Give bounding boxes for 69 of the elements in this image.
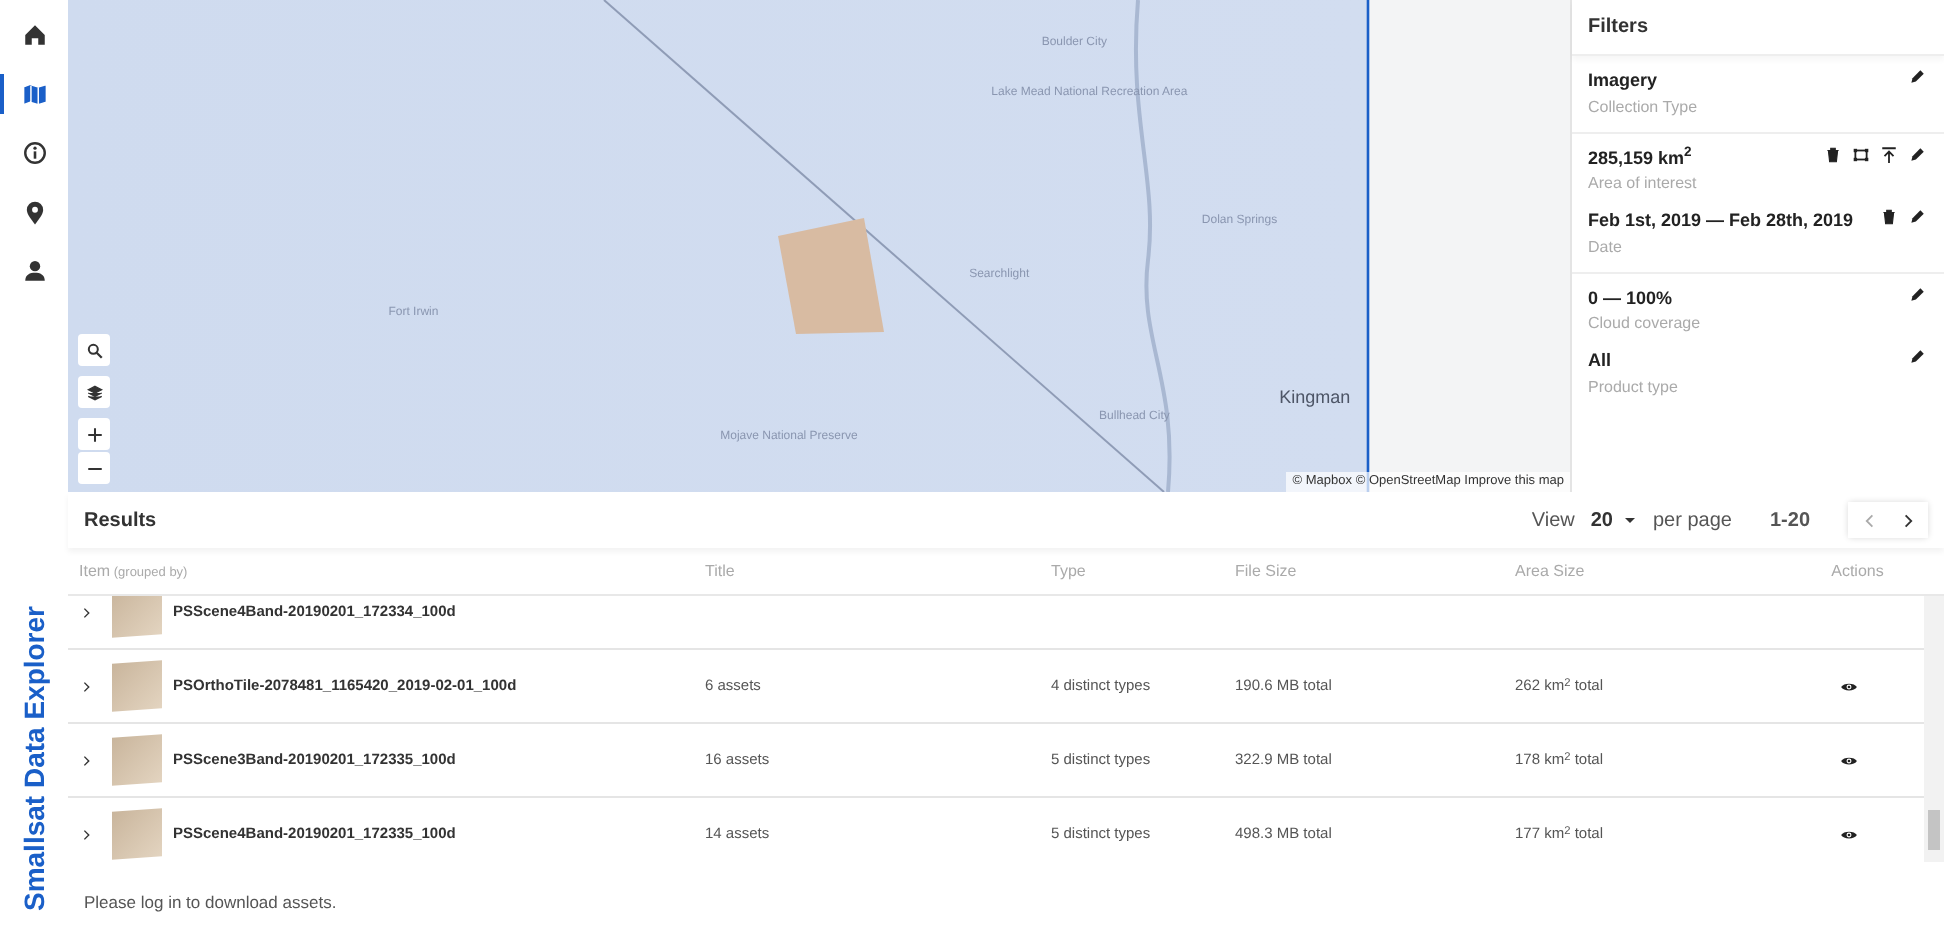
image-thumbnail: [111, 734, 161, 786]
edit-button[interactable]: [1906, 145, 1928, 163]
app-title: Smallsat Data Explorer: [15, 606, 52, 912]
column-header: Actions: [1829, 559, 1886, 583]
search-button[interactable]: [78, 334, 110, 366]
home-icon: [21, 22, 47, 48]
per-page-label: per page: [1653, 507, 1732, 535]
column-header: Type: [1051, 559, 1088, 583]
caret-icon: [1621, 512, 1637, 528]
pencil-icon: [1908, 208, 1926, 226]
login-link[interactable]: log in: [140, 892, 182, 912]
upload-icon: [1880, 145, 1898, 163]
column-header: File Size: [1235, 559, 1299, 583]
scrollbar-thumb[interactable]: [1928, 810, 1940, 850]
pencil-icon: [1908, 348, 1926, 366]
map-label: Kingman: [1279, 385, 1351, 411]
layers-icon: [85, 383, 103, 401]
chevron-right-icon: [79, 753, 93, 767]
pencil-icon: [1908, 68, 1926, 86]
layers-button[interactable]: [78, 376, 110, 408]
filter-label: Collection Type: [1588, 95, 1698, 119]
image-thumbnail: [111, 660, 161, 712]
zoom-out-button[interactable]: [78, 452, 110, 484]
filter-value: 0 — 100%: [1588, 285, 1675, 311]
map-icon: [21, 81, 47, 107]
column-header: Title: [705, 559, 737, 583]
chevron-right-icon: [79, 827, 93, 841]
delete-button[interactable]: [1822, 145, 1844, 163]
bounding-box-icon: [1852, 145, 1870, 163]
pencil-icon: [1908, 145, 1926, 163]
edit-button[interactable]: [1906, 68, 1928, 86]
chevron-right-icon: [79, 605, 93, 619]
edit-button[interactable]: [1906, 348, 1928, 366]
chevron-right-icon: [1899, 511, 1917, 529]
filter-value: Feb 1st, 2019 — Feb 28th, 2019: [1588, 208, 1854, 234]
filter-label: Date: [1588, 235, 1624, 259]
scrollbar[interactable]: [1924, 596, 1944, 862]
edit-button[interactable]: [1906, 285, 1928, 303]
next-page-button[interactable]: [1888, 502, 1928, 538]
filter-label: Area of interest: [1588, 172, 1697, 196]
filters-title: Filters: [1572, 0, 1944, 56]
results-title: Results: [84, 507, 157, 535]
filter-label: Cloud coverage: [1588, 312, 1701, 336]
column-header: Area Size: [1515, 559, 1587, 583]
page-range: 1-20: [1769, 507, 1810, 535]
info-icon: [21, 140, 47, 166]
image-footprint: [778, 218, 884, 334]
upload-button[interactable]: [1878, 145, 1900, 163]
edit-button[interactable]: [1906, 208, 1928, 226]
filter-value: All: [1588, 348, 1614, 374]
filter-label: Product type: [1588, 375, 1678, 399]
zoom-in-button[interactable]: [78, 418, 110, 450]
location-pin-icon: [21, 199, 47, 225]
view-label: View: [1531, 507, 1575, 535]
filter-value: Imagery: [1588, 68, 1660, 94]
search-icon: [85, 341, 103, 359]
image-thumbnail: [111, 808, 161, 860]
frame-button[interactable]: [1850, 145, 1872, 163]
pencil-icon: [1908, 285, 1926, 303]
trash-icon: [1880, 208, 1898, 226]
user-icon: [21, 258, 47, 284]
page-size-dropdown[interactable]: 20: [1590, 505, 1637, 535]
login-notice: Please log in to download assets.: [82, 890, 339, 916]
trash-icon: [1824, 145, 1842, 163]
filter-value: 285,159 km$^{2}$: [1588, 145, 1694, 171]
image-thumbnail: [111, 596, 161, 638]
delete-button[interactable]: [1878, 208, 1900, 226]
plus-icon: [85, 425, 103, 443]
chevron-right-icon: [79, 679, 93, 693]
